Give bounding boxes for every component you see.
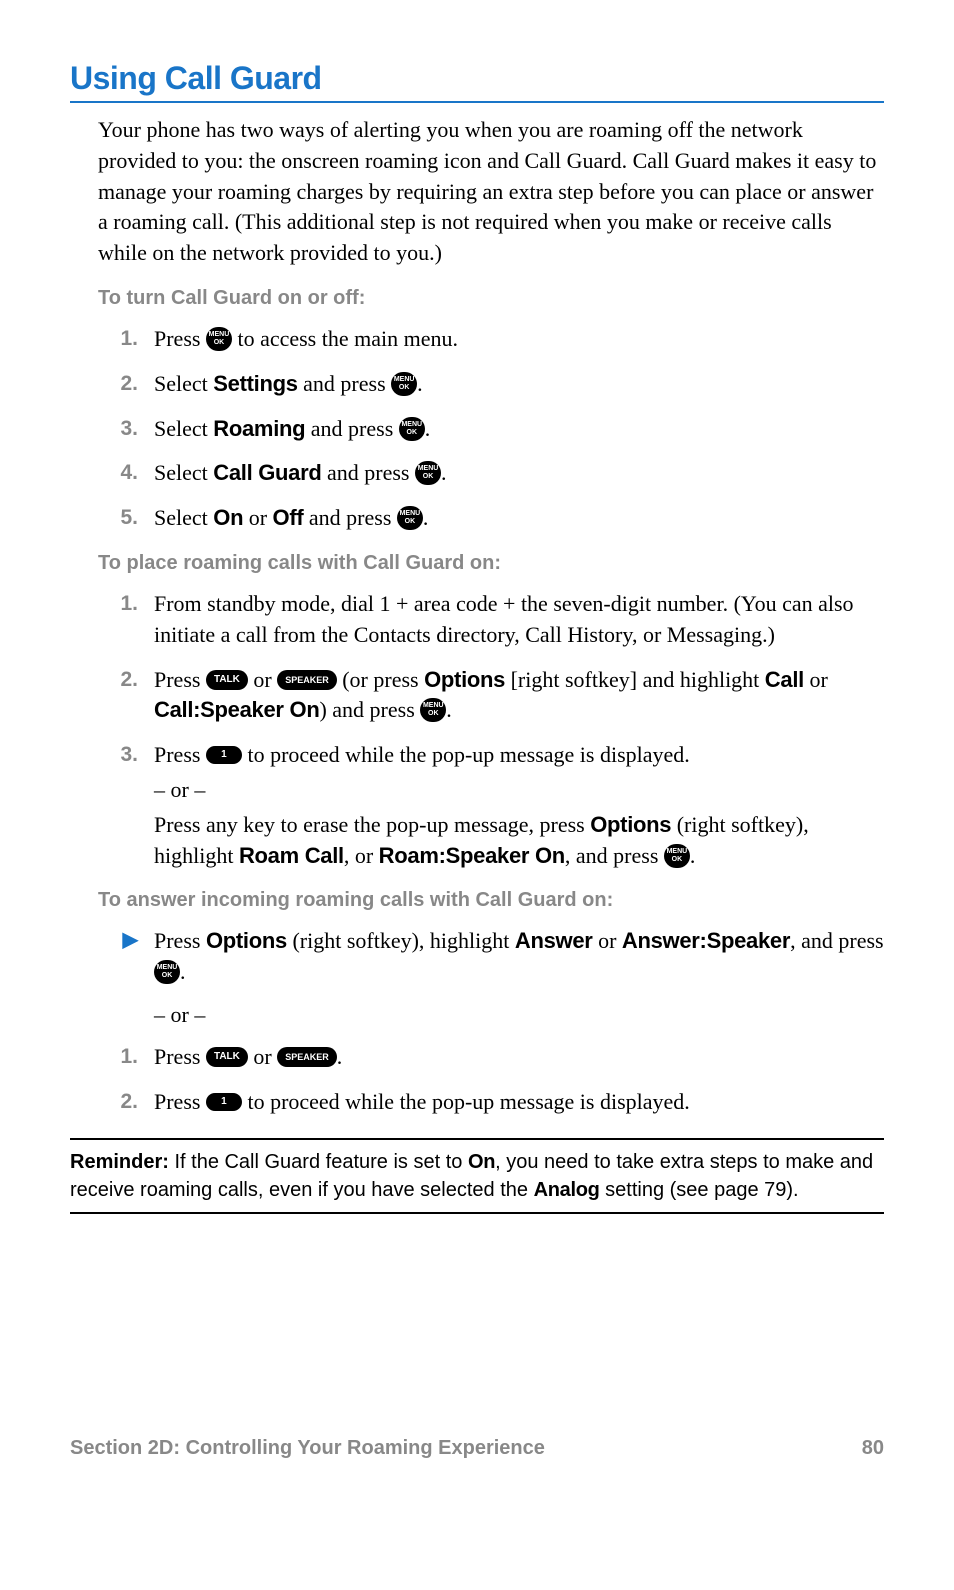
menu-ok-icon: MENUOK [415,461,441,485]
step-number: 3. [98,740,138,871]
step-number: 1. [98,1042,138,1073]
step-text: Select Call Guard and press MENUOK. [154,458,884,489]
step-2: 2. Press 1 to proceed while the pop-up m… [98,1087,884,1118]
step-1: 1. Press TALK or SPEAKER. [98,1042,884,1073]
menu-ok-icon: MENUOK [154,960,180,984]
steps-answer-calls: ▶ Press Options (right softkey), highlig… [98,926,884,988]
step-text: From standby mode, dial 1 + area code + … [154,589,884,651]
steps-turn-on-off: 1. Press MENUOK to access the main menu.… [98,324,884,534]
step-4: 4. Select Call Guard and press MENUOK. [98,458,884,489]
menu-ok-icon: MENUOK [399,417,425,441]
step-1: 1. From standby mode, dial 1 + area code… [98,589,884,651]
reminder-box: Reminder: If the Call Guard feature is s… [70,1138,884,1214]
step-number: 2. [98,1087,138,1118]
speaker-button-icon: SPEAKER [277,670,337,690]
step-text: Press 1 to proceed while the pop-up mess… [154,1087,884,1118]
or-divider: – or – [154,775,884,806]
one-button-icon: 1 [206,1093,242,1111]
steps-answer-alt: 1. Press TALK or SPEAKER. 2. Press 1 to … [98,1042,884,1118]
menu-ok-icon: MENUOK [391,372,417,396]
step-number: 2. [98,369,138,400]
step-number: 4. [98,458,138,489]
or-divider: – or – [154,1002,884,1028]
page-number: 80 [862,1437,884,1460]
menu-ok-icon: MENUOK [664,844,690,868]
step-text: Select On or Off and press MENUOK. [154,503,884,534]
steps-place-calls: 1. From standby mode, dial 1 + area code… [98,589,884,871]
step-number: 3. [98,414,138,445]
step-text: Select Roaming and press MENUOK. [154,414,884,445]
step-5: 5. Select On or Off and press MENUOK. [98,503,884,534]
subheading-answer-calls: To answer incoming roaming calls with Ca… [98,889,884,912]
subheading-turn-on-off: To turn Call Guard on or off: [98,287,884,310]
talk-button-icon: TALK [206,1047,248,1067]
step-number: 5. [98,503,138,534]
step-1: 1. Press MENUOK to access the main menu. [98,324,884,355]
speaker-button-icon: SPEAKER [277,1047,337,1067]
menu-ok-icon: MENUOK [206,327,232,351]
subheading-place-calls: To place roaming calls with Call Guard o… [98,552,884,575]
page-footer: Section 2D: Controlling Your Roaming Exp… [70,1437,884,1460]
step-3: 3. Press 1 to proceed while the pop-up m… [98,740,884,871]
step-text: Press TALK or SPEAKER. [154,1042,884,1073]
section-label: Section 2D: Controlling Your Roaming Exp… [70,1437,545,1460]
step-text: Select Settings and press MENUOK. [154,369,884,400]
step-text: Press TALK or SPEAKER (or press Options … [154,665,884,727]
one-button-icon: 1 [206,746,242,764]
step-3: 3. Select Roaming and press MENUOK. [98,414,884,445]
arrow-icon: ▶ [98,926,138,988]
step-text: Press 1 to proceed while the pop-up mess… [154,740,884,871]
step-number: 1. [98,589,138,651]
talk-button-icon: TALK [206,670,248,690]
step-text: Press MENUOK to access the main menu. [154,324,884,355]
step-text: Press Options (right softkey), highlight… [154,926,884,988]
step-2: 2. Select Settings and press MENUOK. [98,369,884,400]
step-2: 2. Press TALK or SPEAKER (or press Optio… [98,665,884,727]
page-title: Using Call Guard [70,60,884,103]
menu-ok-icon: MENUOK [397,506,423,530]
step-number: 2. [98,665,138,727]
bullet-item: ▶ Press Options (right softkey), highlig… [98,926,884,988]
menu-ok-icon: MENUOK [420,698,446,722]
reminder-label: Reminder: [70,1151,169,1173]
intro-paragraph: Your phone has two ways of alerting you … [98,115,884,269]
step-number: 1. [98,324,138,355]
